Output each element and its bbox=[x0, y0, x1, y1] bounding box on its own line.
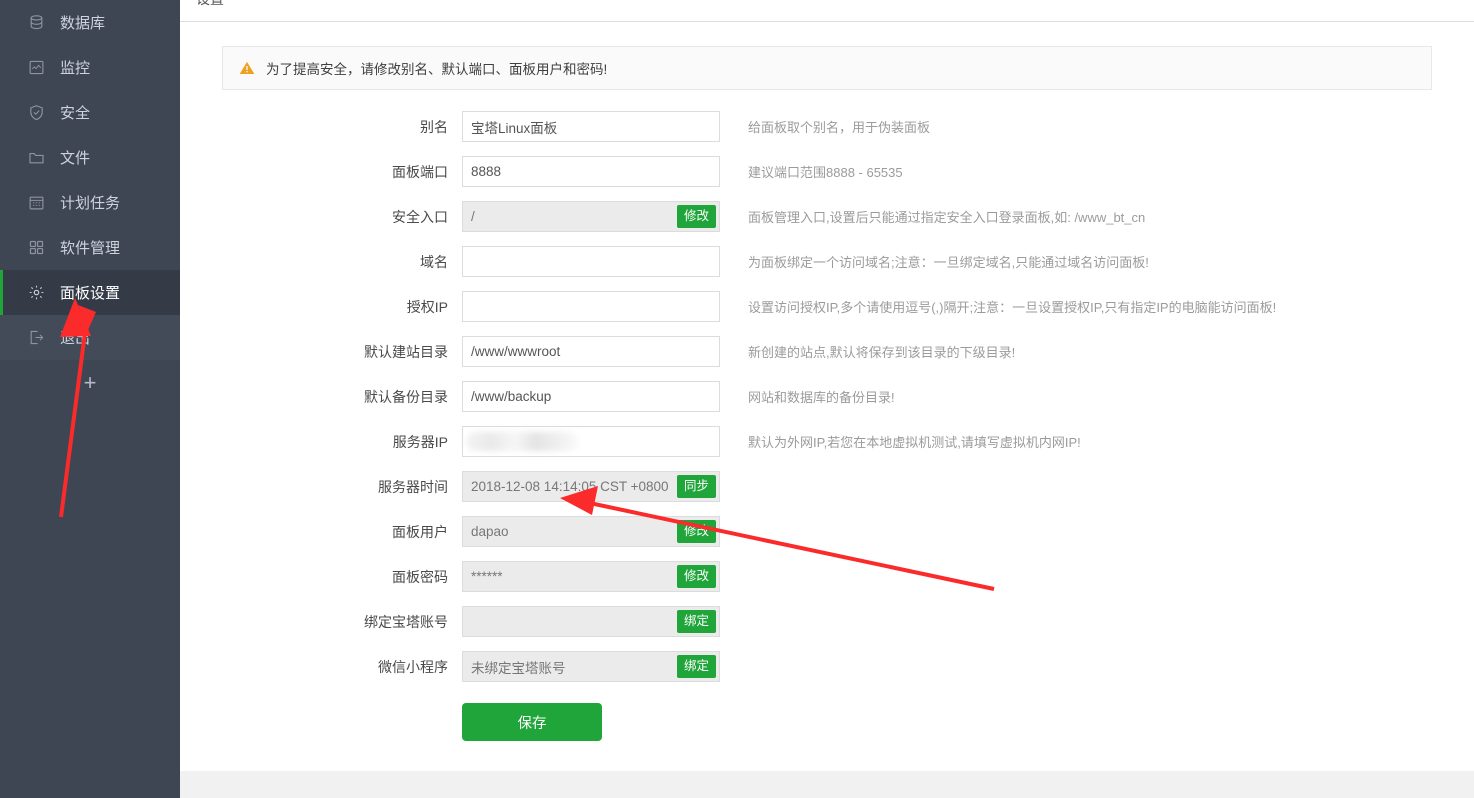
sidebar-item-database[interactable]: 数据库 bbox=[0, 0, 180, 45]
sidebar-item-label: 面板设置 bbox=[60, 285, 121, 302]
wechat-miniprogram-bind-button[interactable]: 绑定 bbox=[676, 655, 716, 678]
form-hint: 网站和数据库的备份目录! bbox=[748, 390, 895, 405]
form-hint: 面板管理入口,设置后只能通过指定安全入口登录面板,如: /www_bt_cn bbox=[748, 210, 1146, 225]
form-row-safe-entry: 安全入口 修改 面板管理入口,设置后只能通过指定安全入口登录面板,如: /www… bbox=[180, 194, 1474, 239]
sidebar-add-button[interactable]: + bbox=[0, 360, 180, 406]
form-label: 服务器IP bbox=[392, 433, 448, 450]
tab-strip: 设置 bbox=[180, 0, 1474, 22]
sidebar-item-panel-settings[interactable]: 面板设置 bbox=[0, 270, 180, 315]
form-label: 默认备份目录 bbox=[364, 388, 448, 405]
sidebar-item-label: 退出 bbox=[60, 330, 91, 347]
form-row-server-time: 服务器时间 同步 bbox=[180, 464, 1474, 509]
default-site-dir-field-wrap bbox=[462, 336, 720, 367]
form-row-default-site-dir: 默认建站目录 新创建的站点,默认将保存到该目录的下级目录! bbox=[180, 329, 1474, 374]
alias-field-wrap bbox=[462, 111, 720, 142]
form-label: 默认建站目录 bbox=[364, 343, 448, 360]
security-notice: 为了提高安全，请修改别名、默认端口、面板用户和密码! bbox=[222, 46, 1432, 90]
wechat-miniprogram-field-wrap: 绑定 bbox=[462, 651, 720, 682]
sidebar-item-label: 软件管理 bbox=[60, 240, 121, 257]
calendar-icon bbox=[26, 193, 46, 213]
panel-password-field-wrap: 修改 bbox=[462, 561, 720, 592]
form-label: 面板端口 bbox=[392, 163, 448, 180]
server-time-sync-button[interactable]: 同步 bbox=[676, 475, 716, 498]
default-site-dir-input[interactable] bbox=[462, 336, 720, 367]
settings-form: 别名 给面板取个别名，用于伪装面板 面板端口 建议端口范围8888 - 6553… bbox=[180, 90, 1474, 741]
sidebar-item-label: 安全 bbox=[60, 105, 91, 122]
server-ip-input[interactable] bbox=[462, 426, 720, 457]
authorized-ip-field-wrap bbox=[462, 291, 720, 322]
form-hint: 建议端口范围8888 - 65535 bbox=[748, 165, 903, 180]
logout-icon bbox=[26, 328, 46, 348]
sidebar-item-label: 文件 bbox=[60, 150, 91, 167]
shield-check-icon bbox=[26, 103, 46, 123]
sidebar: 数据库 监控 安全 文件 计划任务 软件管理 面板设置 退出 + bbox=[0, 0, 180, 798]
form-label: 授权IP bbox=[406, 298, 448, 315]
form-hint: 为面板绑定一个访问域名;注意：一旦绑定域名,只能通过域名访问面板! bbox=[748, 255, 1149, 270]
sidebar-item-label: 监控 bbox=[60, 60, 91, 77]
safe-entry-field-wrap: 修改 bbox=[462, 201, 720, 232]
sidebar-item-logout[interactable]: 退出 bbox=[0, 315, 180, 360]
default-backup-dir-field-wrap bbox=[462, 381, 720, 412]
panel-user-field-wrap: 修改 bbox=[462, 516, 720, 547]
save-button[interactable]: 保存 bbox=[462, 703, 602, 741]
domain-field-wrap bbox=[462, 246, 720, 277]
form-row-bind-bt-account: 绑定宝塔账号 绑定 bbox=[180, 599, 1474, 644]
form-label: 面板用户 bbox=[392, 523, 448, 540]
form-row-domain: 域名 为面板绑定一个访问域名;注意：一旦绑定域名,只能通过域名访问面板! bbox=[180, 239, 1474, 284]
sidebar-item-security[interactable]: 安全 bbox=[0, 90, 180, 135]
authorized-ip-input[interactable] bbox=[462, 291, 720, 322]
panel-port-input[interactable] bbox=[462, 156, 720, 187]
panel-password-edit-button[interactable]: 修改 bbox=[676, 565, 716, 588]
panel-user-edit-button[interactable]: 修改 bbox=[676, 520, 716, 543]
form-row-panel-port: 面板端口 建议端口范围8888 - 65535 bbox=[180, 149, 1474, 194]
form-label: 绑定宝塔账号 bbox=[364, 613, 448, 630]
bind-bt-account-button[interactable]: 绑定 bbox=[676, 610, 716, 633]
form-hint: 设置访问授权IP,多个请使用逗号(,)隔开;注意：一旦设置授权IP,只有指定IP… bbox=[748, 300, 1277, 315]
default-backup-dir-input[interactable] bbox=[462, 381, 720, 412]
form-actions: 保存 bbox=[180, 689, 1474, 741]
form-row-panel-user: 面板用户 修改 bbox=[180, 509, 1474, 554]
sidebar-item-label: 数据库 bbox=[60, 15, 106, 32]
form-label: 域名 bbox=[420, 253, 448, 270]
sidebar-item-cron[interactable]: 计划任务 bbox=[0, 180, 180, 225]
form-label: 安全入口 bbox=[392, 208, 448, 225]
app-root: 数据库 监控 安全 文件 计划任务 软件管理 面板设置 退出 + 为了提高安全，… bbox=[0, 0, 1474, 798]
grid-icon bbox=[26, 238, 46, 258]
server-time-field-wrap: 同步 bbox=[462, 471, 720, 502]
security-notice-text: 为了提高安全，请修改别名、默认端口、面板用户和密码! bbox=[266, 62, 608, 77]
form-hint: 默认为外网IP,若您在本地虚拟机测试,请填写虚拟机内网IP! bbox=[748, 435, 1081, 450]
database-icon bbox=[26, 13, 46, 33]
alias-input[interactable] bbox=[462, 111, 720, 142]
tab-settings[interactable]: 设置 bbox=[196, 0, 224, 9]
main-area: 设置 为了提高安全，请修改别名、默认端口、面板用户和密码! 别名 bbox=[180, 0, 1474, 798]
form-label: 别名 bbox=[420, 118, 448, 135]
sidebar-item-files[interactable]: 文件 bbox=[0, 135, 180, 180]
sidebar-item-label: 计划任务 bbox=[60, 195, 121, 212]
bind-bt-account-field-wrap: 绑定 bbox=[462, 606, 720, 637]
safe-entry-edit-button[interactable]: 修改 bbox=[676, 205, 716, 228]
folder-icon bbox=[26, 148, 46, 168]
form-label: 微信小程序 bbox=[378, 658, 448, 675]
form-label: 面板密码 bbox=[392, 568, 448, 585]
form-label: 服务器时间 bbox=[378, 478, 448, 495]
monitor-icon bbox=[26, 58, 46, 78]
plus-icon: + bbox=[83, 370, 97, 395]
form-hint: 新创建的站点,默认将保存到该目录的下级目录! bbox=[748, 345, 1016, 360]
server-ip-field-wrap bbox=[462, 426, 720, 457]
warning-triangle-icon bbox=[239, 61, 255, 74]
domain-input[interactable] bbox=[462, 246, 720, 277]
panel-port-field-wrap bbox=[462, 156, 720, 187]
settings-panel: 为了提高安全，请修改别名、默认端口、面板用户和密码! 别名 给面板取个别名，用于… bbox=[180, 22, 1474, 771]
form-row-alias: 别名 给面板取个别名，用于伪装面板 bbox=[180, 104, 1474, 149]
form-row-panel-password: 面板密码 修改 bbox=[180, 554, 1474, 599]
sidebar-item-monitor[interactable]: 监控 bbox=[0, 45, 180, 90]
sidebar-item-software[interactable]: 软件管理 bbox=[0, 225, 180, 270]
form-row-authorized-ip: 授权IP 设置访问授权IP,多个请使用逗号(,)隔开;注意：一旦设置授权IP,只… bbox=[180, 284, 1474, 329]
form-hint: 给面板取个别名，用于伪装面板 bbox=[748, 120, 931, 135]
gear-icon bbox=[26, 283, 46, 303]
form-row-wechat-miniprogram: 微信小程序 绑定 bbox=[180, 644, 1474, 689]
form-row-default-backup-dir: 默认备份目录 网站和数据库的备份目录! bbox=[180, 374, 1474, 419]
form-row-server-ip: 服务器IP 默认为外网IP,若您在本地虚拟机测试,请填写虚拟机内网IP! bbox=[180, 419, 1474, 464]
